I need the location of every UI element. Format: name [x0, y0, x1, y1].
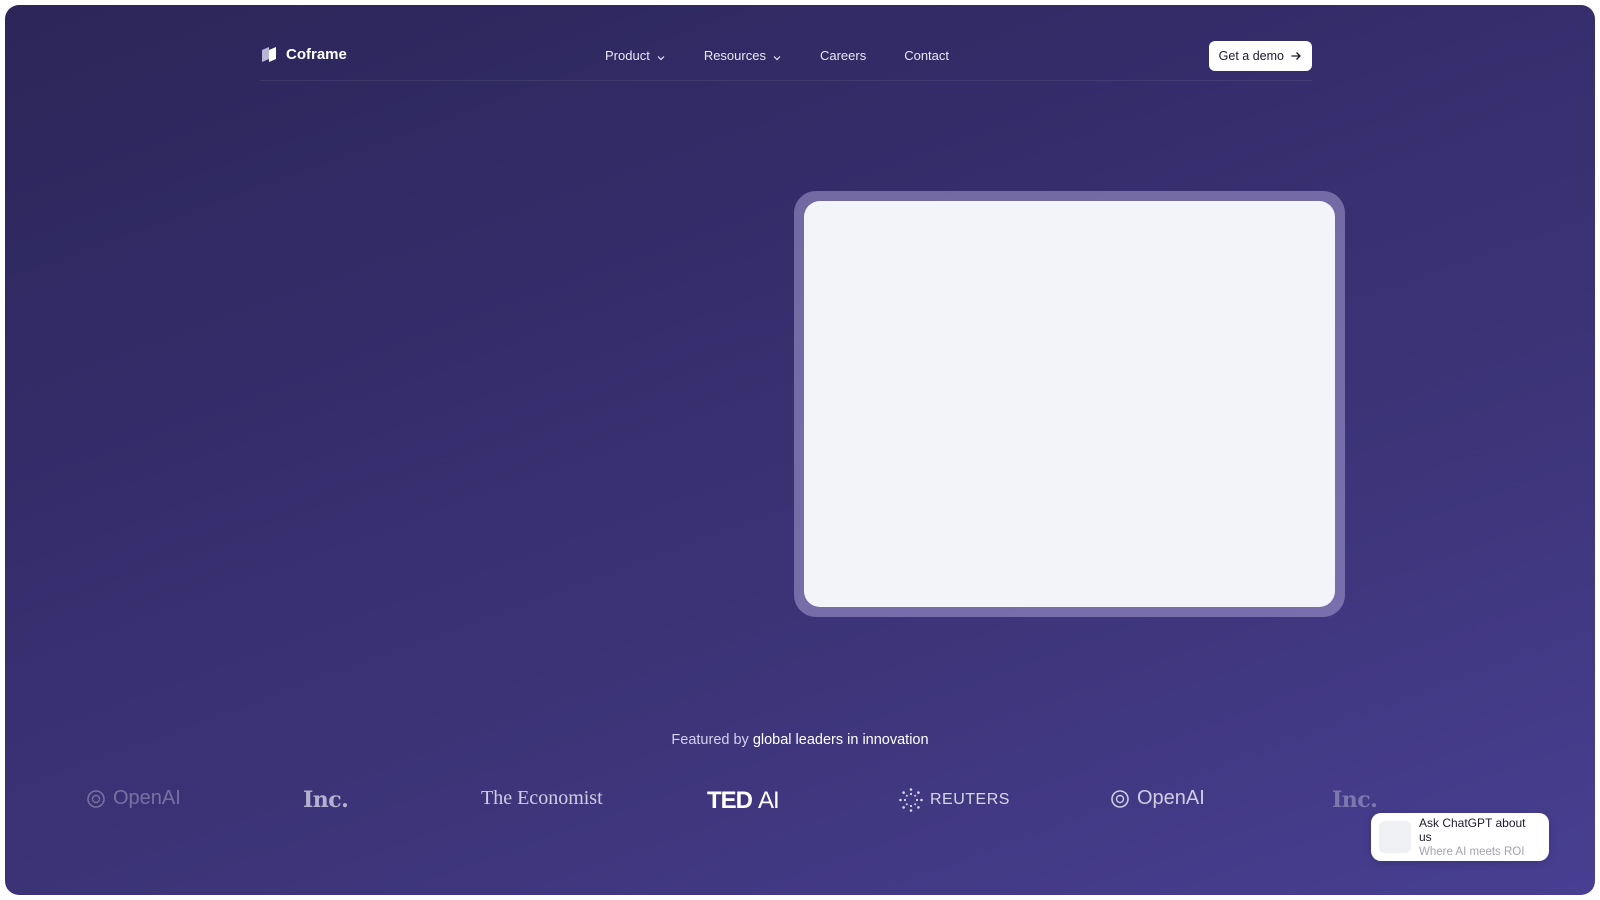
nav-careers[interactable]: Careers — [820, 48, 866, 63]
featured-highlight: global leaders in innovation — [752, 732, 929, 748]
reuters-logo: REUTERS — [898, 787, 1010, 813]
tedai-ted: TED — [707, 787, 753, 814]
chat-widget-title: Ask ChatGPT about us — [1419, 816, 1526, 844]
get-a-demo-button[interactable]: Get a demo — [1208, 41, 1312, 71]
inc-wordmark: Inc. — [303, 787, 349, 813]
nav-resources-label: Resources — [703, 48, 766, 63]
reuters-wordmark: REUTERS — [930, 791, 1010, 808]
chat-widget-subtitle: Where AI meets ROI — [1419, 846, 1525, 858]
brand-name: Coframe — [286, 45, 347, 63]
hero-media-frame — [794, 191, 1345, 617]
openai-wordmark: OpenAI — [113, 787, 181, 809]
coframe-logo-icon — [260, 45, 278, 63]
chevron-down-icon — [772, 51, 782, 61]
tedai-ai: AI — [758, 787, 780, 814]
the-economist-logo: The Economist — [481, 787, 603, 810]
chatgpt-thumbnail — [1379, 821, 1411, 853]
inc-logo: Inc. — [303, 787, 349, 813]
chat-widget-text: Ask ChatGPT about us Where AI meets ROI — [1419, 816, 1541, 858]
openai-wordmark: OpenAI — [1137, 787, 1205, 809]
openai-icon — [85, 788, 107, 810]
inc-wordmark: Inc. — [1332, 787, 1378, 813]
openai-logo: OpenAI — [1109, 787, 1205, 810]
page-background: Coframe Product Resources Careers Contac… — [5, 5, 1595, 895]
economist-wordmark: The Economist — [481, 787, 603, 809]
get-a-demo-label: Get a demo — [1218, 49, 1284, 63]
brand-link[interactable]: Coframe — [260, 45, 347, 63]
arrow-right-icon — [1290, 50, 1302, 62]
chevron-down-icon — [656, 51, 666, 61]
nav-resources[interactable]: Resources — [704, 48, 782, 63]
nav-contact-label: Contact — [904, 48, 950, 63]
top-navigation: Coframe Product Resources Careers Contac… — [260, 35, 1312, 81]
featured-prefix: Featured by — [671, 732, 749, 748]
openai-logo: OpenAI — [85, 787, 181, 810]
reuters-dots-icon — [898, 787, 924, 813]
featured-by-heading: Featured by global leaders in innovation — [5, 732, 1595, 748]
nav-product-label: Product — [605, 48, 650, 63]
inc-logo: Inc. — [1332, 787, 1378, 813]
openai-icon — [1109, 788, 1131, 810]
nav-product[interactable]: Product — [605, 48, 666, 63]
press-logo-strip: OpenAI Inc. The Economist TED AI REUTERS… — [5, 787, 1595, 827]
hero-media-card — [804, 201, 1335, 607]
ask-chatgpt-widget[interactable]: Ask ChatGPT about us Where AI meets ROI — [1371, 813, 1549, 861]
nav-careers-label: Careers — [819, 48, 867, 63]
tedai-logo: TED AI — [707, 787, 780, 815]
main-menu: Product Resources Careers Contact — [605, 48, 949, 63]
nav-contact[interactable]: Contact — [904, 48, 949, 63]
